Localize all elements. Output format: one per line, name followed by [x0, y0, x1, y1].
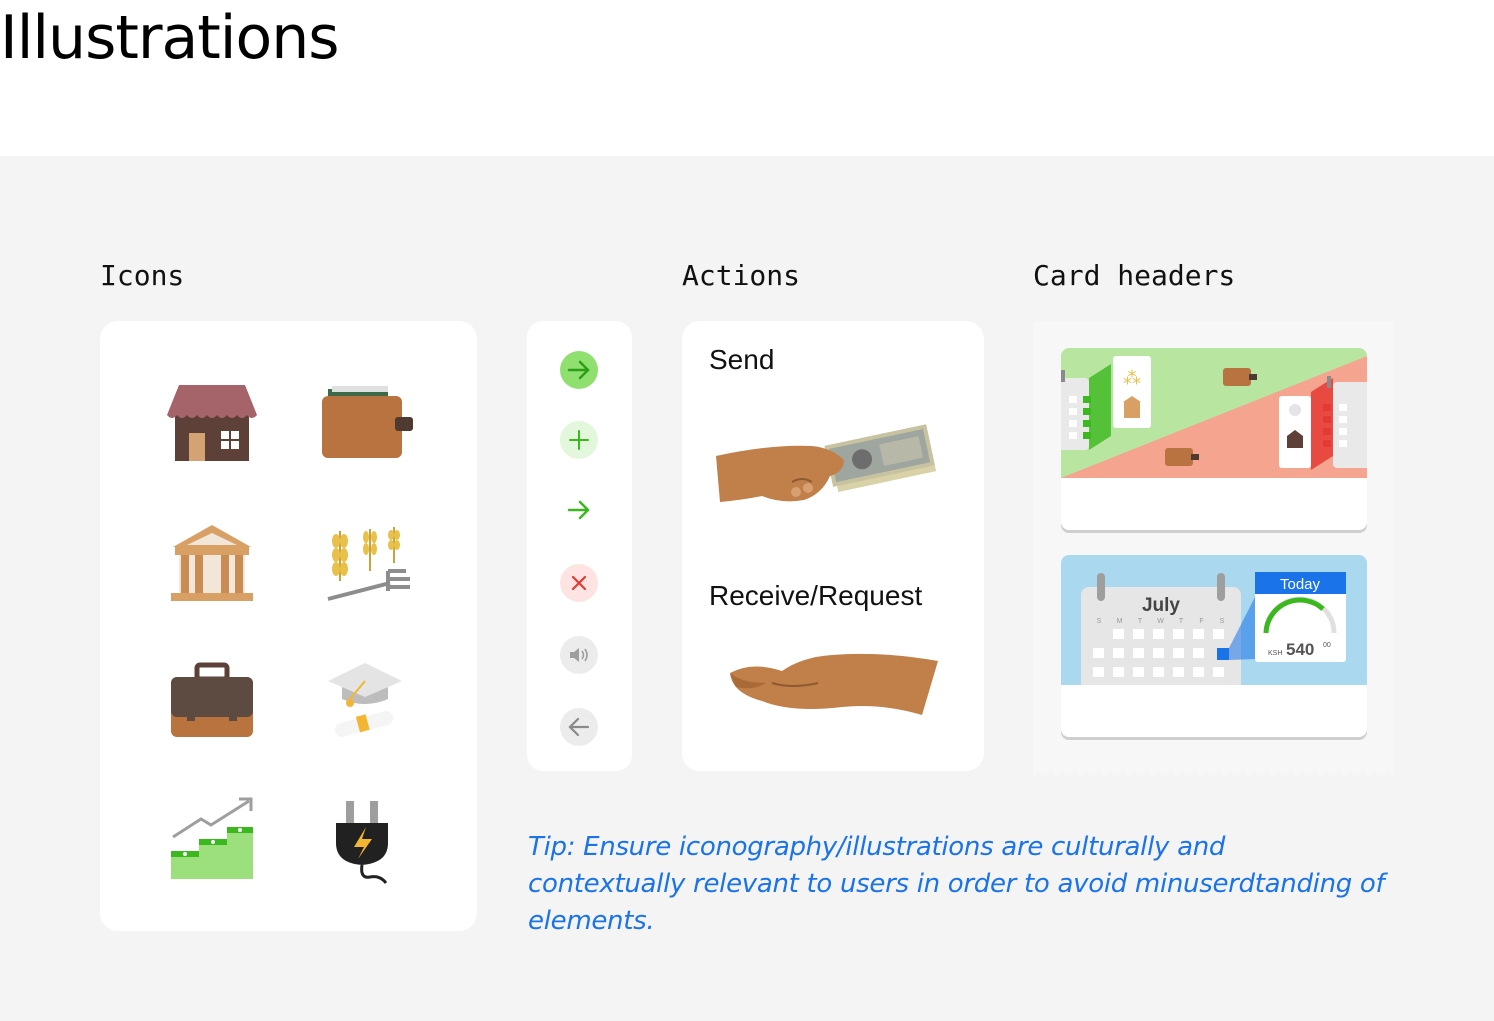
speaker-icon[interactable]: [560, 636, 598, 674]
receive-hand-icon: [730, 653, 938, 715]
currency-label: KSH: [1268, 650, 1282, 657]
arrow-right-filled-icon[interactable]: [560, 351, 598, 389]
receipt-zigzag-edge: [1033, 767, 1394, 777]
today-label: Today: [1280, 576, 1321, 593]
card-header-calendar-today: July S M T W T F S Today KSH 540 00: [1061, 555, 1367, 737]
amount-cents-label: 00: [1323, 642, 1331, 649]
amount-label: 540: [1286, 640, 1314, 659]
money-growth-icon: [157, 791, 267, 891]
graduation-icon: [310, 651, 420, 751]
weekday-label: S: [1097, 618, 1102, 625]
svg-text:⁂: ⁂: [1123, 368, 1141, 388]
weekday-label: T: [1179, 618, 1184, 625]
page-title: Illustrations: [0, 3, 339, 73]
card-header-illustration-2: July S M T W T F S Today KSH 540 00: [1061, 555, 1367, 685]
receive-request-label: Receive/Request: [709, 580, 923, 611]
briefcase-icon: [157, 651, 267, 751]
send-money-hand-icon: [716, 424, 937, 502]
close-icon[interactable]: [560, 564, 598, 602]
card-headers-panel: ⁂ July S M T W T F S Today KSH 540 00: [1033, 321, 1394, 777]
card-header-illustration-1: ⁂: [1061, 348, 1367, 478]
weekday-label: F: [1199, 618, 1203, 625]
weekday-label: M: [1117, 618, 1123, 625]
calendar-month-label: July: [1142, 595, 1180, 616]
weekday-label: S: [1220, 618, 1225, 625]
card-header-send-receive: ⁂: [1061, 348, 1367, 530]
actions-panel: Send Receive/Request: [682, 321, 984, 771]
wheat-pitchfork-icon: [310, 511, 420, 611]
weekday-label: W: [1157, 618, 1164, 625]
tip-text: Tip: Ensure iconography/illustrations ar…: [528, 832, 1385, 936]
actions-section-label: Actions: [682, 259, 801, 292]
arrow-right-icon[interactable]: [560, 491, 598, 529]
power-plug-icon: [310, 791, 420, 891]
plus-icon[interactable]: [560, 421, 598, 459]
wallet-icon: [310, 371, 420, 471]
bank-icon: [157, 511, 267, 611]
card-headers-section-label: Card headers: [1033, 259, 1236, 292]
icons-section-label: Icons: [100, 259, 185, 292]
house-icon: [157, 371, 267, 471]
send-label: Send: [709, 344, 775, 375]
action-buttons-rail: [527, 321, 632, 771]
weekday-label: T: [1138, 618, 1143, 625]
illustrations-board: Icons Actions Card headers Send Receive/…: [0, 156, 1494, 1021]
arrow-left-icon[interactable]: [560, 708, 598, 746]
icons-panel: [100, 321, 477, 931]
